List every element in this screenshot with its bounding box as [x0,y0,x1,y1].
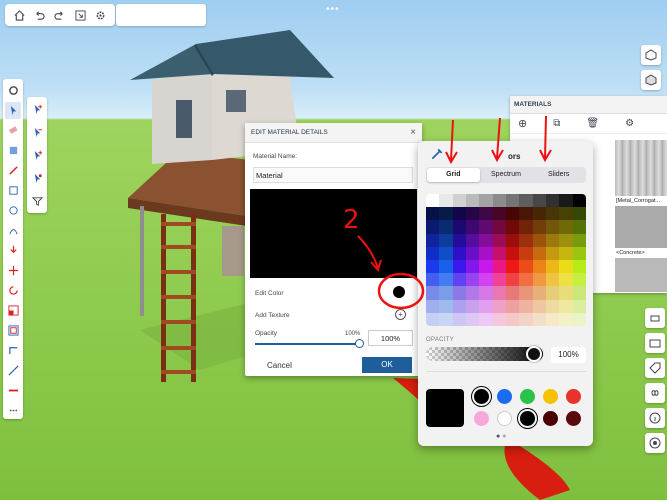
arrow-grid-annotation [445,119,458,165]
arrow-spectrum-annotation [491,117,504,163]
arrow-sliders-annotation [539,115,552,163]
arrow-edit-color-annotation [357,235,382,273]
red-annotations [357,115,552,310]
circle-edit-color-annotation [377,272,425,310]
annotation-number: 2 [343,205,360,235]
